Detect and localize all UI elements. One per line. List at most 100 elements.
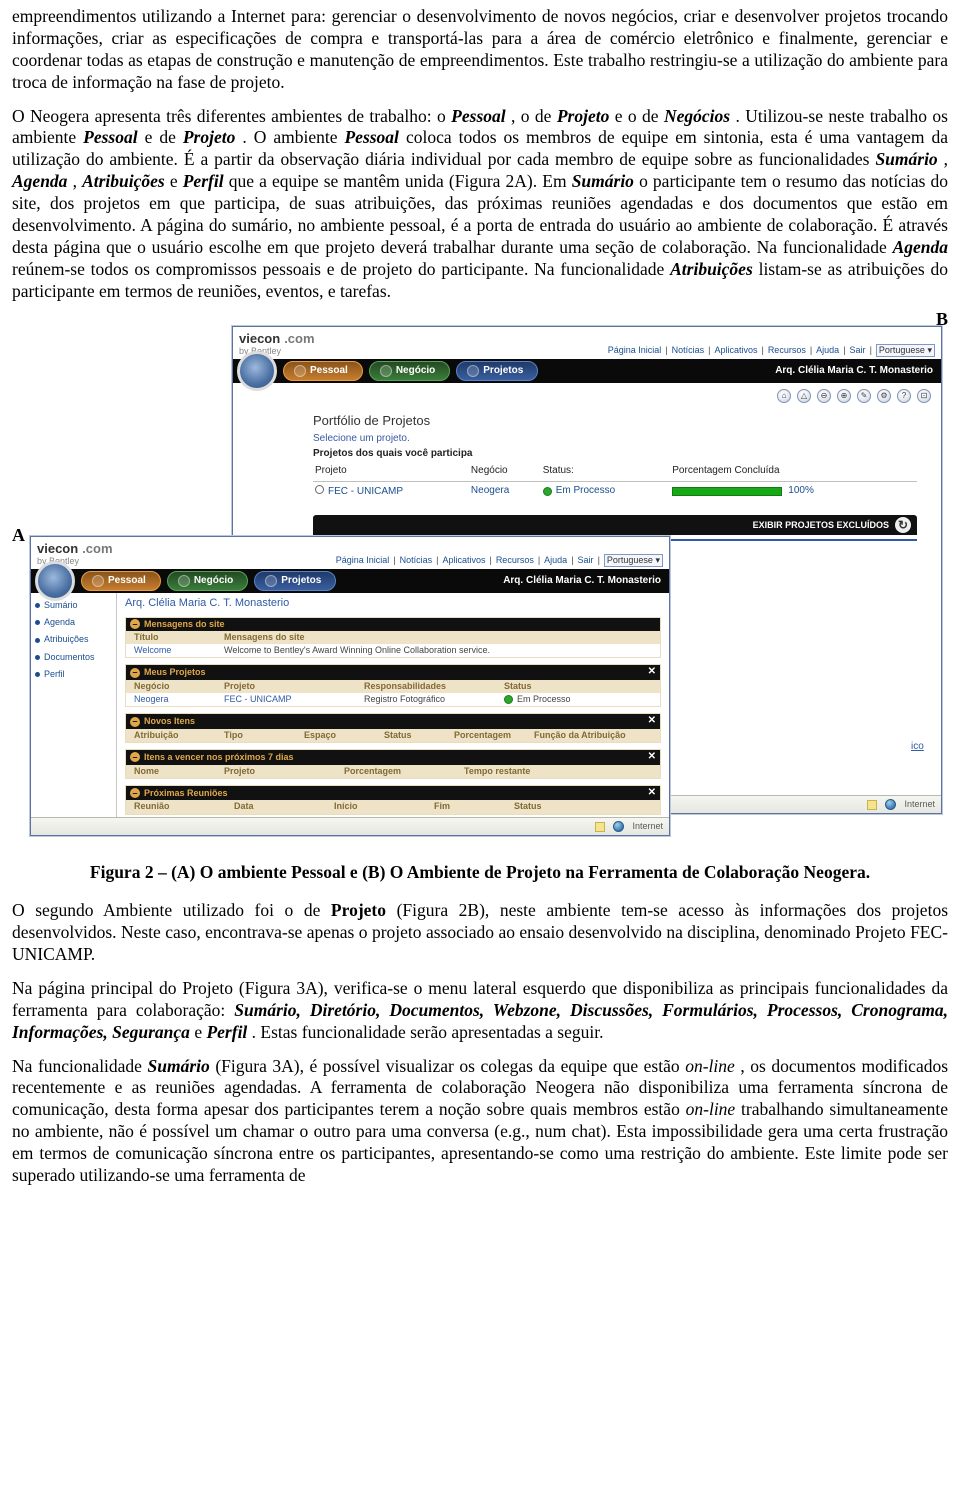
- tab-pessoal[interactable]: Pessoal: [81, 571, 161, 591]
- toolbar: ⌂ △ ⊖ ⊕ ✎ ⚙ ? ⊡: [233, 383, 941, 409]
- section-header[interactable]: –Próximas Reuniões ✕: [126, 786, 660, 801]
- term-online: on-line: [686, 1099, 736, 1119]
- edit-icon[interactable]: ✎: [857, 389, 871, 403]
- collapse-icon[interactable]: –: [130, 752, 140, 762]
- nav-link[interactable]: Recursos: [768, 345, 806, 356]
- nav-link[interactable]: Sair: [578, 555, 594, 566]
- col-pct[interactable]: Porcentagem Concluída: [670, 462, 917, 481]
- help-icon[interactable]: ?: [897, 389, 911, 403]
- show-excluded-projects-button[interactable]: EXIBIR PROJETOS EXCLUÍDOS ↻: [313, 515, 917, 535]
- close-icon[interactable]: ✕: [648, 787, 656, 800]
- cell-pct: 100%: [788, 485, 814, 498]
- language-select[interactable]: Portuguese ▾: [876, 344, 935, 357]
- section-header[interactable]: –Meus Projetos ✕: [126, 665, 660, 680]
- nav-link[interactable]: Notícias: [400, 555, 433, 566]
- tab-pessoal[interactable]: Pessoal: [283, 361, 363, 381]
- term-perfil: Perfil: [183, 171, 224, 191]
- table-header-row: Projeto Negócio Status: Porcentagem Conc…: [313, 462, 917, 481]
- chevron-down-icon: ▾: [927, 345, 932, 355]
- zone-label: Internet: [632, 821, 663, 832]
- term-projeto: Projeto: [557, 106, 610, 126]
- collapse-icon[interactable]: –: [130, 619, 140, 629]
- section-header[interactable]: –Novos Itens ✕: [126, 714, 660, 729]
- text: O Neogera apresenta três diferentes ambi…: [12, 106, 451, 126]
- text: ,: [73, 171, 83, 191]
- text: e de: [145, 127, 183, 147]
- sidebar-item-documentos[interactable]: Documentos: [35, 649, 112, 666]
- text: ,: [944, 149, 948, 169]
- nav-link[interactable]: Página Inicial: [336, 555, 390, 566]
- col-negocio[interactable]: Negócio: [469, 462, 541, 481]
- term-pessoal: Pessoal: [451, 106, 505, 126]
- close-icon[interactable]: ✕: [648, 715, 656, 728]
- nav-link[interactable]: Ajuda: [816, 345, 839, 356]
- table-row[interactable]: FEC - UNICAMP Neogera Em Processo 100%: [313, 481, 917, 501]
- lock-icon: [867, 800, 877, 810]
- section-header[interactable]: –Mensagens do site: [126, 618, 660, 631]
- tab-projetos[interactable]: Projetos: [456, 361, 538, 381]
- current-user-name: Arq. Clélia Maria C. T. Monasterio: [775, 365, 933, 378]
- lock-icon: [595, 822, 605, 832]
- refresh-icon[interactable]: ↻: [895, 517, 911, 533]
- body-paragraph-3: O segundo Ambiente utilizado foi o de Pr…: [12, 900, 948, 966]
- text: e o de: [615, 106, 664, 126]
- portfolio-hint: Selecione um projeto.: [313, 433, 917, 446]
- plus-icon[interactable]: ⊕: [837, 389, 851, 403]
- nav-link[interactable]: Recursos: [496, 555, 534, 566]
- close-icon[interactable]: ✕: [648, 666, 656, 679]
- col-projeto[interactable]: Projeto: [313, 462, 469, 481]
- home-icon[interactable]: ⌂: [777, 389, 791, 403]
- cell-projeto: FEC - UNICAMP: [328, 486, 403, 497]
- col-status[interactable]: Status:: [541, 462, 671, 481]
- tab-bar: Pessoal Negócio Projetos Arq. Clélia Mar…: [233, 359, 941, 383]
- minus-icon[interactable]: ⊖: [817, 389, 831, 403]
- text: . Estas funcionalidade serão apresentada…: [252, 1022, 604, 1042]
- up-icon[interactable]: △: [797, 389, 811, 403]
- text: e: [170, 171, 183, 191]
- table-row[interactable]: Neogera FEC - UNICAMP Registro Fotográfi…: [126, 693, 660, 706]
- chevron-down-icon: ▾: [655, 555, 660, 565]
- section-header[interactable]: –Itens a vencer nos próximos 7 dias ✕: [126, 750, 660, 765]
- briefcase-icon: [380, 365, 392, 377]
- sidebar-item-agenda[interactable]: Agenda: [35, 614, 112, 631]
- pessoal-body: Sumário Agenda Atribuições Documentos Pe…: [31, 593, 669, 821]
- section-itens-vencer: –Itens a vencer nos próximos 7 dias ✕ No…: [125, 749, 661, 779]
- nav-link[interactable]: Notícias: [672, 345, 705, 356]
- grid-icon[interactable]: ⊡: [917, 389, 931, 403]
- term-projeto: Projeto: [331, 900, 386, 920]
- nav-link[interactable]: Página Inicial: [608, 345, 662, 356]
- tab-negocio[interactable]: Negócio: [369, 361, 450, 381]
- radio-icon[interactable]: [315, 485, 324, 494]
- collapse-icon[interactable]: –: [130, 668, 140, 678]
- section-meus-projetos: –Meus Projetos ✕ Negócio Projeto Respons…: [125, 664, 661, 707]
- table-row[interactable]: Welcome Welcome to Bentley's Award Winni…: [126, 644, 660, 657]
- collapse-icon[interactable]: –: [130, 717, 140, 727]
- tab-negocio[interactable]: Negócio: [167, 571, 248, 591]
- text: reúnem-se todos os compromissos pessoais…: [12, 259, 670, 279]
- nav-link[interactable]: Aplicativos: [442, 555, 485, 566]
- section-mensagens: –Mensagens do site Título Mensagens do s…: [125, 617, 661, 659]
- collapse-icon[interactable]: –: [130, 788, 140, 798]
- gear-icon[interactable]: ⚙: [877, 389, 891, 403]
- header-bar: viecon.com by Bentley Página Inicial| No…: [31, 537, 669, 569]
- sidebar-item-perfil[interactable]: Perfil: [35, 666, 112, 683]
- section-proximas-reunioes: –Próximas Reuniões ✕ Reunião Data Início…: [125, 785, 661, 815]
- window-pessoal: viecon.com by Bentley Página Inicial| No…: [30, 536, 670, 836]
- status-dot-icon: [504, 695, 513, 704]
- term-sumario: Sumário: [875, 149, 937, 169]
- main-panel: Arq. Clélia Maria C. T. Monasterio –Mens…: [117, 593, 669, 821]
- nav-link[interactable]: Sair: [850, 345, 866, 356]
- sidebar-item-atribuicoes[interactable]: Atribuições: [35, 631, 112, 648]
- body-paragraph-4: Na página principal do Projeto (Figura 3…: [12, 978, 948, 1044]
- language-select[interactable]: Portuguese ▾: [604, 554, 663, 567]
- close-icon[interactable]: ✕: [648, 751, 656, 764]
- top-nav: Página Inicial| Notícias| Aplicativos| R…: [336, 554, 663, 567]
- tab-projetos[interactable]: Projetos: [254, 571, 336, 591]
- nav-link[interactable]: Aplicativos: [714, 345, 757, 356]
- text: (Figura 3A), é possível visualizar os co…: [215, 1056, 685, 1076]
- person-icon: [92, 575, 104, 587]
- nav-link[interactable]: Ajuda: [544, 555, 567, 566]
- section-columns: Negócio Projeto Responsabilidades Status: [126, 680, 660, 693]
- user-heading: Arq. Clélia Maria C. T. Monasterio: [125, 597, 661, 611]
- term-sumario: Sumário: [572, 171, 634, 191]
